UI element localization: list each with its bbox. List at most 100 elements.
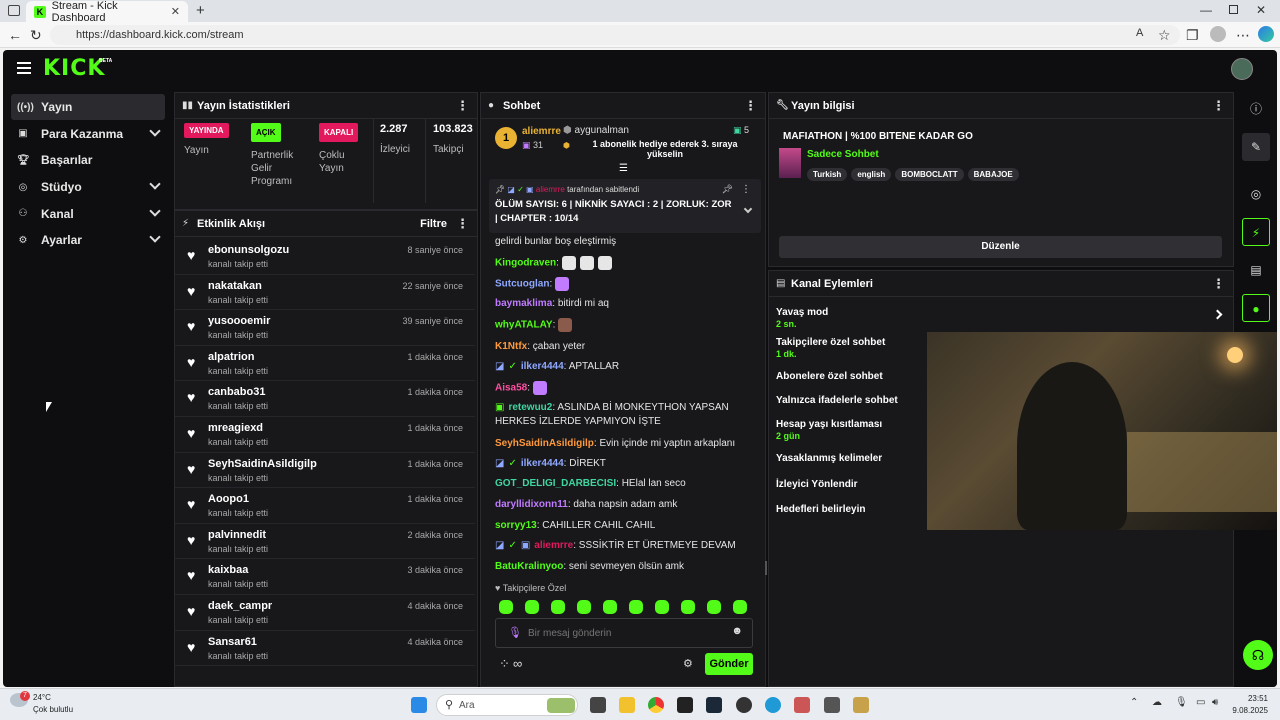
unpin-icon[interactable]: 📌︎ (722, 184, 733, 195)
chevron-right-icon[interactable] (1212, 309, 1223, 320)
app-r-icon[interactable] (677, 697, 693, 713)
chat-scrollbar[interactable] (765, 561, 767, 575)
kick-logo[interactable]: KICK (43, 56, 105, 81)
info-icon[interactable]: ⓘ (1242, 95, 1270, 123)
category-name[interactable]: Sadece Sohbet (807, 149, 879, 160)
activity-row[interactable]: ♥ nakatakan kanalı takip etti 22 saniye önc… (175, 275, 475, 311)
chat-username[interactable]: K1Ntfx (495, 341, 527, 352)
kebab-menu-icon[interactable]: ⋮ (1212, 271, 1225, 297)
emote-icon[interactable] (603, 600, 617, 614)
chat-username[interactable]: aliemrre (534, 540, 573, 551)
activity-row[interactable]: ♥ Aoopo1 kanalı takip etti 1 dakika önce (175, 488, 475, 524)
user-avatar[interactable] (1231, 58, 1253, 80)
chat-settings-icon[interactable]: ⚙ (683, 657, 693, 670)
channel-action-item[interactable]: Hesap yaşı kısıtlaması 2 gün (776, 419, 882, 441)
emote-icon[interactable] (577, 600, 591, 614)
chat-username[interactable]: sorryy13 (495, 520, 537, 531)
close-window-button[interactable]: ✕ (1256, 3, 1266, 17)
kebab-menu-icon[interactable]: ⋮ (1212, 93, 1225, 119)
copilot-icon[interactable] (1258, 26, 1274, 42)
activity-username[interactable]: SeyhSaidinAsildigilp (208, 458, 317, 470)
app-m-icon[interactable] (853, 697, 869, 713)
points-icon[interactable]: ⁘ (499, 656, 510, 672)
chat-toggle-icon[interactable]: ● (1242, 294, 1270, 322)
emote-icon[interactable] (499, 600, 513, 614)
activity-row[interactable]: ♥ canbabo31 kanalı takip etti 1 dakika önce (175, 381, 475, 417)
emote-icon[interactable] (681, 600, 695, 614)
emote-icon[interactable] (707, 600, 721, 614)
mic-tray-icon[interactable]: 🎙︎ (1175, 697, 1188, 708)
channel-action-item[interactable]: Yavaş mod 2 sn. (776, 307, 828, 329)
activity-row[interactable]: ♥ SeyhSaidinAsildigilp kanalı takip etti 1 … (175, 453, 475, 489)
document-icon[interactable]: ▤ (1242, 256, 1270, 284)
chat-username[interactable]: Kingodraven (495, 258, 556, 269)
activity-username[interactable]: ebonunsolgozu (208, 244, 289, 256)
chat-username[interactable]: SeyhSaidinAsildigilp (495, 438, 594, 449)
activity-username[interactable]: canbabo31 (208, 386, 265, 398)
url-input[interactable]: https://dashboard.kick.com/stream (50, 25, 1180, 45)
chat-username[interactable]: Aisa58 (495, 383, 527, 394)
send-button[interactable]: Gönder (705, 653, 753, 675)
more-menu-icon[interactable]: ⋯ (1236, 27, 1250, 44)
activity-row[interactable]: ♥ kaixbaa kanalı takip etti 3 dakika önce (175, 559, 475, 595)
channel-action-item[interactable]: Yalnızca ifadelerle sohbet (776, 395, 898, 406)
sidebar-item-para-kazanma[interactable]: ▣ Para Kazanma (11, 121, 165, 147)
obs-icon[interactable] (736, 697, 752, 713)
refresh-icon[interactable]: ↻ (30, 27, 42, 44)
chat-username[interactable]: whyATALAY (495, 320, 553, 331)
activity-username[interactable]: alpatrion (208, 351, 254, 363)
chat-input[interactable] (528, 625, 718, 641)
activity-row[interactable]: ♥ ebonunsolgozu kanalı takip etti 8 saniye … (175, 239, 475, 275)
taskbar-search[interactable]: ⚲ Ara (436, 694, 578, 716)
chat-username[interactable]: retewuu2 (508, 402, 552, 413)
sidebar-item-kanal[interactable]: ⚇ Kanal (11, 201, 165, 227)
scroll-indicator-icon[interactable]: ☰ (619, 163, 628, 174)
task-view-icon[interactable] (590, 697, 606, 713)
channel-action-item[interactable]: Yasaklanmış kelimeler (776, 453, 882, 464)
browser-tab[interactable]: K Stream - Kick Dashboard ✕ (26, 0, 188, 24)
activity-username[interactable]: Sansar61 (208, 636, 257, 648)
kebab-menu-icon[interactable]: ⋮ (456, 211, 469, 237)
app-x-icon[interactable] (824, 697, 840, 713)
activity-username[interactable]: yusoooemir (208, 315, 270, 327)
kebab-menu-icon[interactable]: ⋮ (456, 93, 469, 119)
gifter-user[interactable]: aygunalman (575, 125, 629, 136)
activity-row[interactable]: ♥ Sansar61 kanalı takip etti 4 dakika önce (175, 631, 475, 667)
activity-row[interactable]: ♥ alpatrion kanalı takip etti 1 dakika önce (175, 346, 475, 382)
maximize-button[interactable] (1229, 5, 1238, 14)
clock-time[interactable]: 23:51 (1232, 694, 1268, 703)
chevron-down-icon[interactable] (743, 204, 753, 214)
activity-row[interactable]: ♥ mreagiexd kanalı takip etti 1 dakika önce (175, 417, 475, 453)
cloud-icon[interactable]: ☁ (1152, 697, 1162, 708)
windows-start-icon[interactable] (411, 697, 427, 713)
channel-action-item[interactable]: İzleyici Yönlendir (776, 479, 858, 490)
activity-username[interactable]: nakatakan (208, 280, 262, 292)
activity-username[interactable]: palvinnedit (208, 529, 266, 541)
emote-icon[interactable] (551, 600, 565, 614)
file-explorer-icon[interactable] (619, 697, 635, 713)
chrome-icon[interactable] (648, 697, 664, 713)
hamburger-menu-icon[interactable] (17, 62, 31, 74)
chat-username[interactable]: BatuKralinyoo (495, 561, 563, 572)
activity-username[interactable]: Aoopo1 (208, 493, 249, 505)
chat-username[interactable]: Sutcuoglan (495, 279, 549, 290)
collections-icon[interactable]: ❐ (1186, 27, 1199, 44)
chat-username[interactable]: daryllidixonn11 (495, 499, 568, 510)
channel-action-item[interactable]: Abonelere özel sohbet (776, 371, 883, 382)
tray-chevron-icon[interactable]: ⌃ (1130, 697, 1138, 708)
sidebar-toggle-icon[interactable] (8, 5, 20, 16)
activity-username[interactable]: daek_campr (208, 600, 272, 612)
lightning-icon[interactable]: ⚡︎ (1242, 218, 1270, 246)
sidebar-item-studyo[interactable]: ◎ Stüdyo (11, 174, 165, 200)
steam-icon[interactable] (706, 697, 722, 713)
sidebar-item-yayin[interactable]: ((•)) Yayın (11, 94, 165, 120)
chat-input-box[interactable]: 🎙︎ ☻ (495, 618, 753, 648)
activity-row[interactable]: ♥ palvinnedit kanalı takip etti 2 dakika ön… (175, 524, 475, 560)
activity-username[interactable]: mreagiexd (208, 422, 263, 434)
edge-icon[interactable] (765, 697, 781, 713)
filter-button[interactable]: Filtre (420, 211, 447, 237)
sidebar-item-ayarlar[interactable]: ⚙ Ayarlar (11, 227, 165, 253)
channel-action-item[interactable]: Takipçilere özel sohbet 1 dk. (776, 337, 885, 359)
broadcast-preview-icon[interactable]: ◎ (1242, 180, 1270, 208)
app-grid-icon[interactable] (794, 697, 810, 713)
